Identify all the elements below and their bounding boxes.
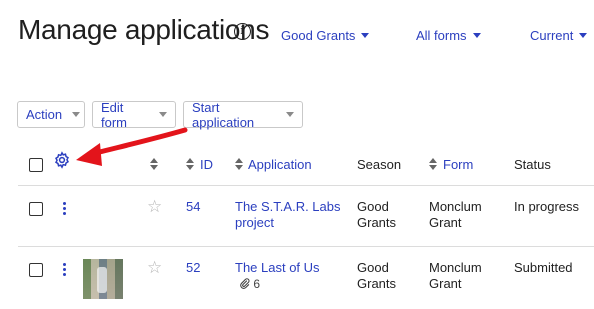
filter-forms-label: All forms bbox=[416, 28, 467, 43]
star-icon[interactable]: ☆ bbox=[147, 198, 162, 215]
row-season: Good Grants bbox=[357, 199, 396, 231]
caret-down-icon bbox=[72, 112, 81, 117]
row-checkbox[interactable] bbox=[29, 202, 43, 216]
form-line: Monclum bbox=[429, 260, 482, 275]
season-line: Grants bbox=[357, 215, 397, 230]
row-application-link[interactable]: The Last of Us bbox=[235, 260, 320, 276]
row-id[interactable]: 52 bbox=[186, 260, 200, 276]
column-header-application[interactable]: Application bbox=[248, 157, 312, 172]
row-application-link[interactable]: The S.T.A.R. Labs project bbox=[235, 199, 341, 231]
season-line: Grants bbox=[357, 276, 397, 291]
row-form: Monclum Grant bbox=[429, 199, 482, 231]
row-divider bbox=[18, 246, 594, 247]
sort-icon[interactable] bbox=[429, 158, 437, 170]
column-header-form[interactable]: Form bbox=[443, 157, 473, 172]
caret-down-icon bbox=[361, 33, 370, 38]
start-application-button-label: Start application bbox=[192, 99, 255, 130]
application-title-line: The S.T.A.R. Labs bbox=[235, 199, 341, 214]
attachments-count-label: 6 bbox=[253, 277, 261, 291]
row-status: Submitted bbox=[514, 260, 573, 275]
edit-form-button[interactable]: Edit form bbox=[92, 99, 176, 130]
start-application-button[interactable]: Start application bbox=[183, 99, 303, 130]
column-header-season: Season bbox=[357, 157, 402, 172]
more-vertical-icon[interactable] bbox=[63, 202, 67, 216]
filter-season-dropdown[interactable]: Good Grants bbox=[281, 28, 370, 43]
caret-down-icon bbox=[472, 33, 481, 38]
caret-down-icon bbox=[159, 112, 167, 117]
form-line: Grant bbox=[429, 215, 462, 230]
filter-status-label: Current bbox=[530, 28, 574, 43]
row-form: Monclum Grant bbox=[429, 260, 482, 292]
header-divider bbox=[18, 185, 594, 186]
sort-icon[interactable] bbox=[235, 158, 243, 170]
paperclip-icon bbox=[240, 278, 250, 289]
attachments-count[interactable]: 6 bbox=[239, 277, 260, 291]
sort-icon[interactable] bbox=[150, 158, 158, 170]
page-title: Manage applications bbox=[18, 14, 270, 45]
season-line: Good bbox=[357, 199, 389, 214]
select-all-checkbox[interactable] bbox=[29, 158, 43, 172]
filter-forms-dropdown[interactable]: All forms bbox=[416, 28, 481, 43]
caret-down-icon bbox=[286, 112, 294, 117]
caret-down-icon bbox=[579, 33, 588, 38]
row-checkbox[interactable] bbox=[29, 263, 43, 277]
info-icon[interactable]: i bbox=[234, 23, 251, 40]
row-id[interactable]: 54 bbox=[186, 199, 200, 215]
column-header-id[interactable]: ID bbox=[200, 157, 213, 172]
more-vertical-icon[interactable] bbox=[63, 263, 67, 277]
star-icon[interactable]: ☆ bbox=[147, 259, 162, 276]
filter-season-label: Good Grants bbox=[281, 28, 356, 43]
edit-form-button-label: Edit form bbox=[101, 99, 127, 130]
sort-icon[interactable] bbox=[186, 158, 194, 170]
column-header-status: Status bbox=[514, 157, 551, 172]
season-line: Good bbox=[357, 260, 389, 275]
form-line: Monclum bbox=[429, 199, 482, 214]
application-thumbnail[interactable] bbox=[83, 259, 123, 299]
gear-icon[interactable] bbox=[53, 151, 71, 169]
filter-status-dropdown[interactable]: Current bbox=[530, 28, 588, 43]
action-button-label: Action bbox=[26, 107, 63, 122]
form-line: Grant bbox=[429, 276, 462, 291]
application-title-line: project bbox=[235, 215, 275, 230]
row-status: In progress bbox=[514, 199, 580, 214]
row-season: Good Grants bbox=[357, 260, 396, 292]
action-button[interactable]: Action bbox=[17, 101, 85, 128]
